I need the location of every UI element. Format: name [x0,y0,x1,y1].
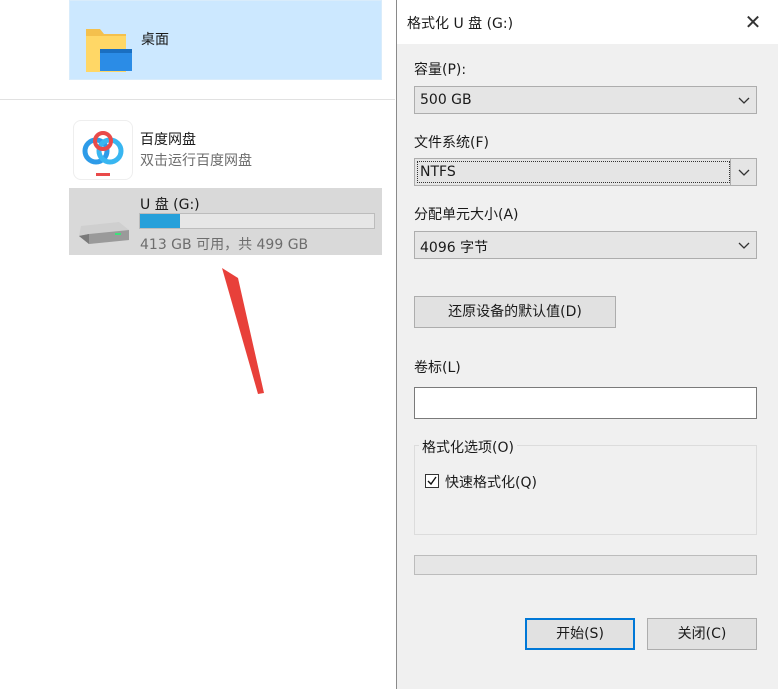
quick-format-checkbox[interactable] [425,474,439,488]
allocation-label: 分配单元大小(A) [414,207,519,223]
chevron-down-icon [738,169,750,176]
close-button[interactable]: 关闭(C) [647,618,757,650]
volume-label-label: 卷标(L) [414,360,461,376]
filesystem-label: 文件系统(F) [414,135,489,151]
start-button[interactable]: 开始(S) [525,618,635,650]
allocation-select[interactable]: 4096 字节 [414,231,757,259]
quick-format-label: 快速格式化(Q) [445,475,537,491]
capacity-value: 500 GB [420,92,472,108]
volume-label-input[interactable] [414,387,757,419]
filesystem-value: NTFS [420,164,456,180]
format-options-title: 格式化选项(O) [419,437,517,457]
format-progress-bar [414,555,757,575]
filesystem-select[interactable]: NTFS [414,158,757,186]
capacity-select[interactable]: 500 GB [414,86,757,114]
capacity-label: 容量(P): [414,62,467,78]
filesystem-focus [417,161,730,183]
arrow-to-drive [222,268,264,394]
format-dialog: 格式化 U 盘 (G:) ✕ 容量(P): 500 GB 文件系统(F) NTF… [396,0,778,689]
allocation-value: 4096 字节 [420,240,489,256]
restore-defaults-button[interactable]: 还原设备的默认值(D) [414,296,616,328]
dialog-title: 格式化 U 盘 (G:) [407,16,514,32]
chevron-down-icon [738,97,750,104]
dialog-titlebar: 格式化 U 盘 (G:) ✕ [397,0,778,44]
chevron-down-icon [738,242,750,249]
close-icon[interactable]: ✕ [741,10,765,34]
checkmark-icon [427,476,437,486]
